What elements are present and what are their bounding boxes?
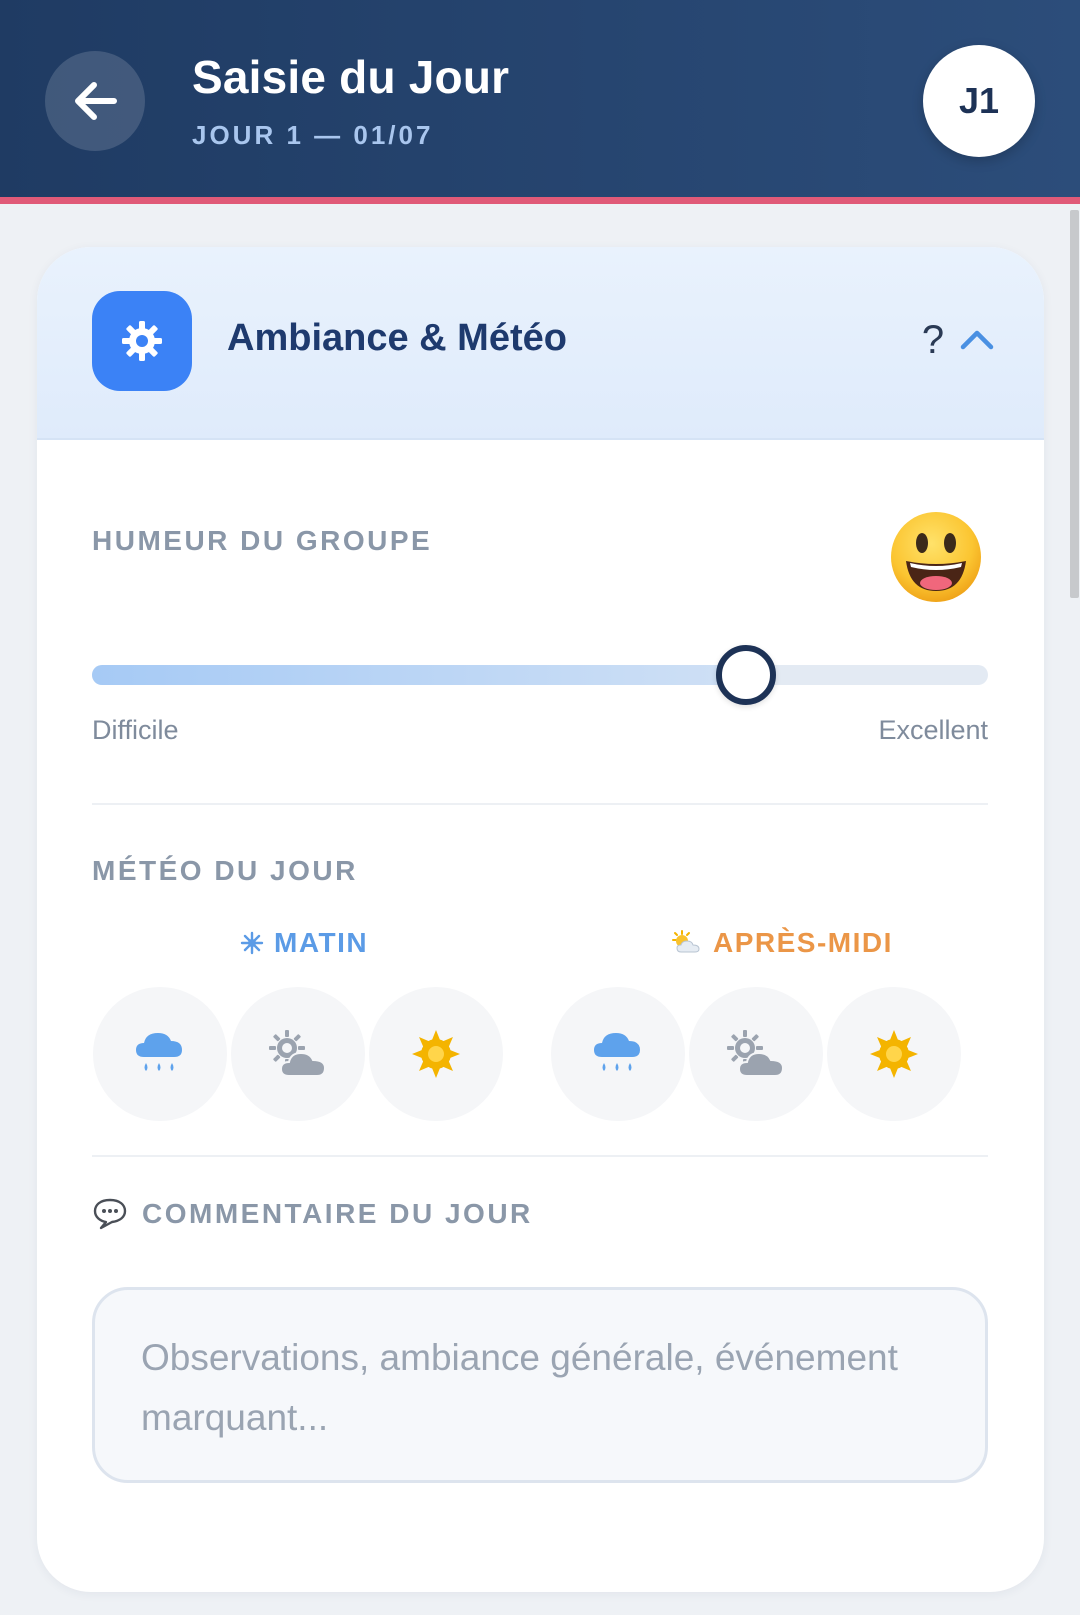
morning-sunny-option[interactable] [369,987,503,1121]
rain-cloud-icon [594,1033,640,1071]
comment-label: COMMENTAIRE DU JOUR [142,1198,533,1229]
page-title: Saisie du Jour [192,51,510,103]
mood-min-label: Difficile [92,715,179,745]
comment-placeholder: Observations, ambiance générale, événeme… [141,1337,898,1438]
section-title: Ambiance & Météo [227,317,567,359]
partly-cloudy-icon [727,1030,785,1077]
collapse-button[interactable] [955,317,999,361]
smiling-face-icon [891,512,981,602]
weather-label: MÉTÉO DU JOUR [92,855,358,886]
mood-slider-thumb[interactable] [716,645,777,705]
app-screen: Saisie du Jour JOUR 1 — 01/07 J1 Ambianc… [0,0,1080,1615]
morning-cloudy-option[interactable] [231,987,365,1121]
divider [92,1155,988,1157]
section-header[interactable]: Ambiance & Météo ? [37,247,1044,440]
gear-icon [122,321,162,361]
sun-icon [412,1030,460,1078]
ambiance-meteo-card: Ambiance & Météo ? HUMEUR DU GROUPE Diff… [37,247,1044,1592]
afternoon-label: APRÈS-MIDI [713,927,893,958]
afternoon-label-group: APRÈS-MIDI [671,927,893,959]
chevron-up-icon [960,330,994,350]
mood-max-label: Excellent [878,715,988,745]
rain-cloud-icon [136,1033,182,1071]
afternoon-rain-option[interactable] [551,987,685,1121]
scrollbar-thumb[interactable] [1070,210,1079,598]
help-button[interactable]: ? [913,315,953,365]
sun-behind-cloud-icon [672,930,700,953]
speech-bubble-icon [93,1198,127,1230]
afternoon-sunny-option[interactable] [827,987,961,1121]
divider [92,803,988,805]
mood-slider-track[interactable] [92,665,988,685]
mood-label: HUMEUR DU GROUPE [92,525,433,556]
arrow-left-icon [75,82,117,120]
back-button[interactable] [45,51,145,151]
sun-icon [870,1030,918,1078]
partly-cloudy-icon [269,1030,327,1077]
morning-label-group: MATIN [240,927,368,959]
section-icon-badge [92,291,192,391]
comment-textarea[interactable]: Observations, ambiance générale, événeme… [92,1287,988,1483]
day-badge[interactable]: J1 [923,45,1035,157]
comment-label-group: COMMENTAIRE DU JOUR [92,1197,533,1231]
page-subtitle: JOUR 1 — 01/07 [192,120,434,150]
mood-slider-fill [92,665,747,685]
header-bar: Saisie du Jour JOUR 1 — 01/07 J1 [0,0,1080,204]
sparkle-sun-icon [240,931,264,955]
morning-label: MATIN [274,927,369,958]
morning-rain-option[interactable] [93,987,227,1121]
afternoon-cloudy-option[interactable] [689,987,823,1121]
